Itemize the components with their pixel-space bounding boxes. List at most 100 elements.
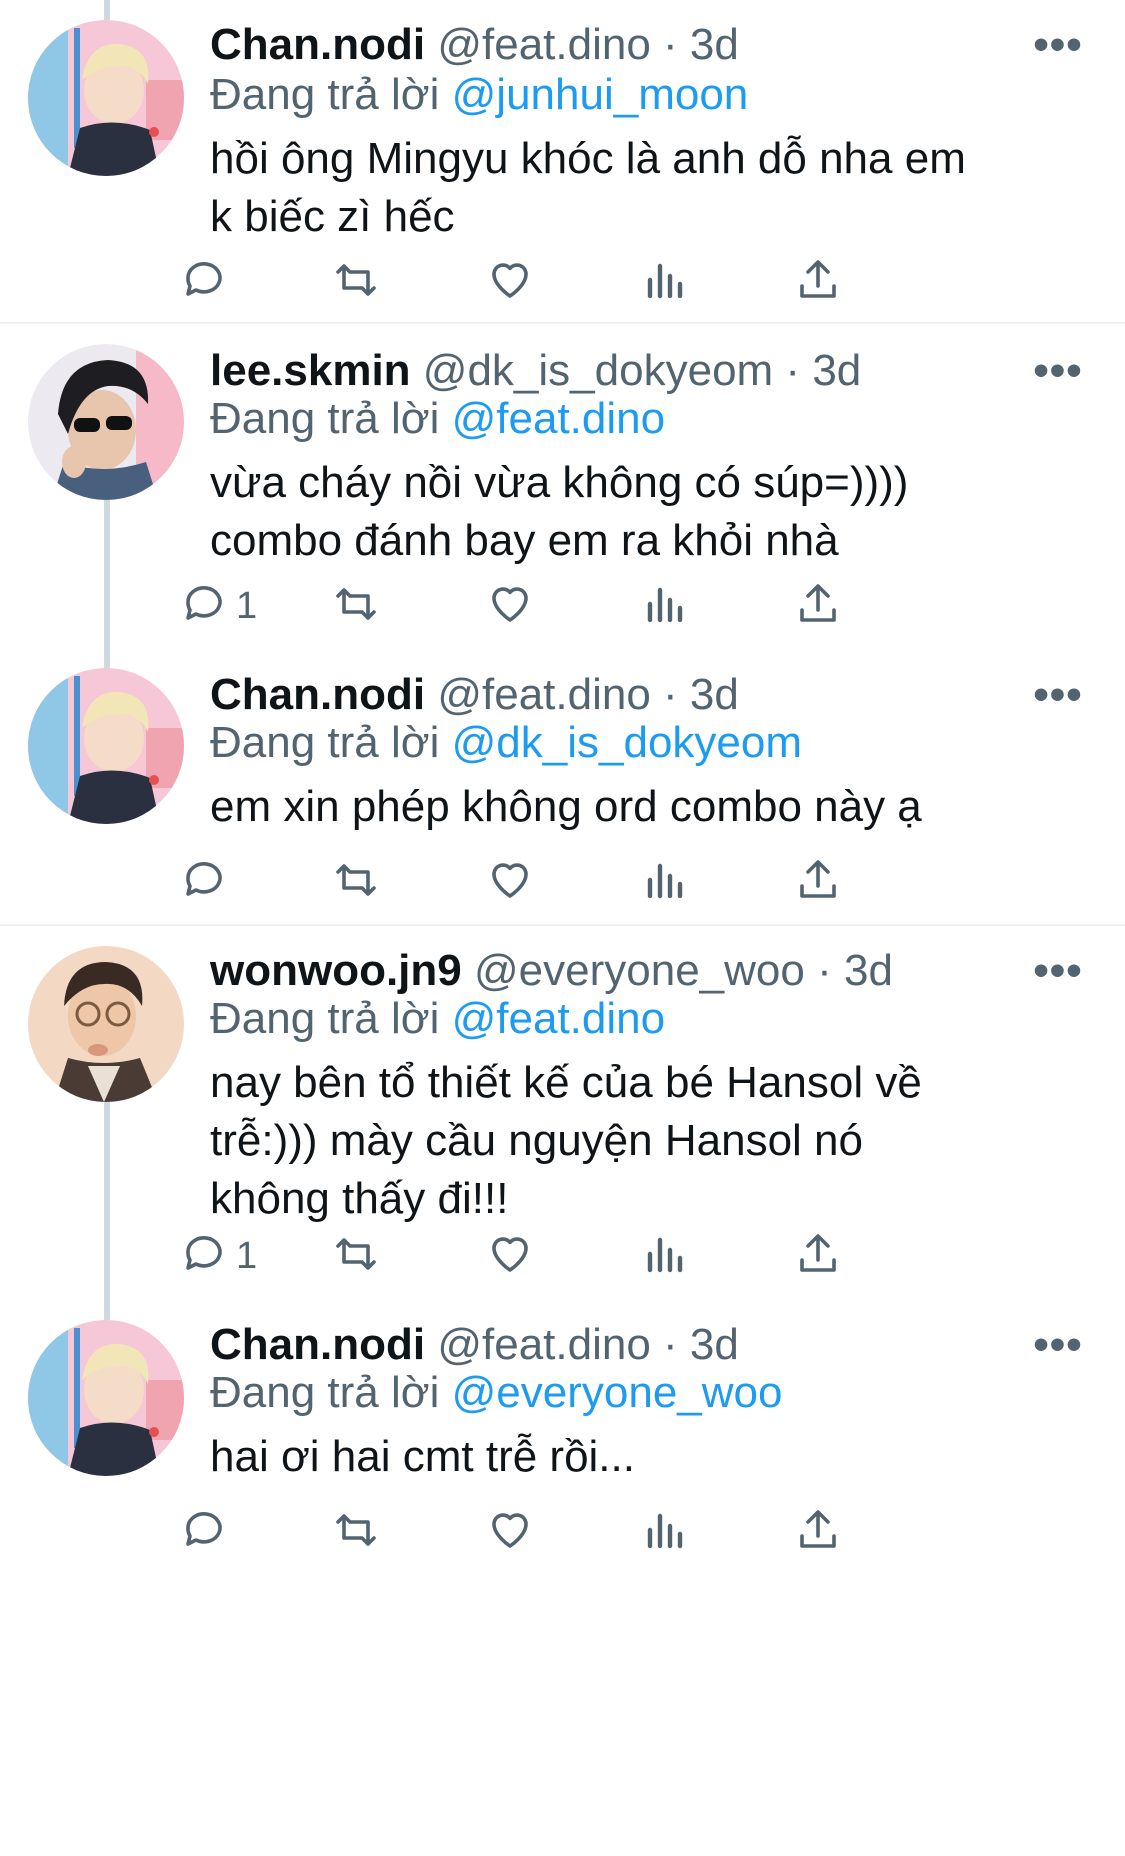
display-name[interactable]: lee.skmin <box>210 346 411 395</box>
share-button[interactable] <box>794 252 842 312</box>
reply-prefix: Đang trả lời <box>210 994 440 1043</box>
analytics-icon <box>640 856 688 909</box>
display-name[interactable]: wonwoo.jn9 <box>210 946 462 995</box>
share-icon <box>794 1230 842 1283</box>
more-options-icon[interactable]: ••• <box>1031 664 1085 726</box>
separator-dot: · <box>663 670 678 719</box>
user-handle[interactable]: @dk_is_dokyeom <box>423 346 773 395</box>
retweet-icon <box>332 580 380 633</box>
analytics-button[interactable] <box>640 1502 688 1562</box>
heart-icon <box>486 1230 534 1283</box>
separator-dot: · <box>663 20 678 69</box>
more-options-icon[interactable]: ••• <box>1031 14 1085 76</box>
heart-icon <box>486 856 534 909</box>
tweet-text: nay bên tổ thiết kế của bé Hansol về trễ… <box>210 1058 922 1223</box>
mention-link[interactable]: @dk_is_dokyeom <box>452 718 802 767</box>
retweet-icon <box>332 256 380 309</box>
heart-icon <box>486 1506 534 1559</box>
timestamp[interactable]: 3d <box>690 20 739 69</box>
reply-icon <box>180 856 228 909</box>
action-bar <box>186 252 1010 312</box>
timestamp[interactable]: 3d <box>690 1320 739 1369</box>
user-handle[interactable]: @feat.dino <box>437 670 650 719</box>
timestamp[interactable]: 3d <box>812 346 861 395</box>
tweet[interactable]: lee.skmin @dk_is_dokyeom · 3d ••• Đang t… <box>0 324 1125 650</box>
reply-icon <box>180 256 228 309</box>
more-options-icon[interactable]: ••• <box>1031 940 1085 1002</box>
retweet-button[interactable] <box>332 252 380 312</box>
avatar[interactable] <box>28 668 184 824</box>
reply-button[interactable] <box>180 1502 236 1562</box>
reply-button[interactable]: 1 <box>180 576 257 636</box>
tweet[interactable]: Chan.nodi @feat.dino · 3d ••• Đang trả l… <box>0 0 1125 322</box>
share-button[interactable] <box>794 1502 842 1562</box>
analytics-icon <box>640 1506 688 1559</box>
replying-to: Đang trả lời @feat.dino <box>210 390 665 448</box>
analytics-button[interactable] <box>640 252 688 312</box>
timestamp[interactable]: 3d <box>690 670 739 719</box>
reply-button[interactable]: 1 <box>180 1226 257 1286</box>
heart-icon <box>486 580 534 633</box>
like-button[interactable] <box>486 1226 534 1286</box>
share-icon <box>794 256 842 309</box>
retweet-button[interactable] <box>332 576 380 636</box>
replying-to: Đang trả lời @junhui_moon <box>210 66 748 124</box>
timestamp[interactable]: 3d <box>844 946 893 995</box>
share-button[interactable] <box>794 852 842 912</box>
tweet[interactable]: Chan.nodi @feat.dino · 3d ••• Đang trả l… <box>0 650 1125 924</box>
replying-to: Đang trả lời @everyone_woo <box>210 1364 782 1422</box>
reply-count: 1 <box>236 1234 258 1277</box>
share-button[interactable] <box>794 576 842 636</box>
separator-dot: · <box>817 946 832 995</box>
action-bar <box>186 1502 1010 1562</box>
avatar[interactable] <box>28 20 184 176</box>
share-icon <box>794 1506 842 1559</box>
mention-link[interactable]: @junhui_moon <box>452 70 749 119</box>
avatar[interactable] <box>28 946 184 1102</box>
analytics-icon <box>640 580 688 633</box>
display-name[interactable]: Chan.nodi <box>210 1320 425 1369</box>
avatar[interactable] <box>28 1320 184 1476</box>
like-button[interactable] <box>486 252 534 312</box>
analytics-button[interactable] <box>640 576 688 636</box>
like-button[interactable] <box>486 1502 534 1562</box>
mention-link[interactable]: @feat.dino <box>452 994 665 1043</box>
retweet-button[interactable] <box>332 852 380 912</box>
reply-button[interactable] <box>180 852 236 912</box>
more-options-icon[interactable]: ••• <box>1031 340 1085 402</box>
display-name[interactable]: Chan.nodi <box>210 20 425 69</box>
action-bar <box>186 852 1010 912</box>
tweet[interactable]: wonwoo.jn9 @everyone_woo · 3d ••• Đang t… <box>0 926 1125 1300</box>
mention-link[interactable]: @feat.dino <box>452 394 665 443</box>
share-icon <box>794 856 842 909</box>
reply-icon <box>180 1506 228 1559</box>
mention-link[interactable]: @everyone_woo <box>452 1368 783 1417</box>
share-button[interactable] <box>794 1226 842 1286</box>
user-handle[interactable]: @everyone_woo <box>474 946 805 995</box>
display-name[interactable]: Chan.nodi <box>210 670 425 719</box>
avatar[interactable] <box>28 344 184 500</box>
like-button[interactable] <box>486 852 534 912</box>
reply-icon <box>180 1230 228 1283</box>
analytics-icon <box>640 1230 688 1283</box>
user-handle[interactable]: @feat.dino <box>437 1320 650 1369</box>
tweet-text: hai ơi hai cmt trễ rồi... <box>210 1432 635 1481</box>
separator-dot: · <box>785 346 801 395</box>
retweet-icon <box>332 1506 380 1559</box>
analytics-button[interactable] <box>640 852 688 912</box>
more-options-icon[interactable]: ••• <box>1031 1314 1085 1376</box>
retweet-button[interactable] <box>332 1226 380 1286</box>
reply-prefix: Đang trả lời <box>210 70 440 119</box>
user-handle[interactable]: @feat.dino <box>437 20 650 69</box>
like-button[interactable] <box>486 576 534 636</box>
tweet[interactable]: Chan.nodi @feat.dino · 3d ••• Đang trả l… <box>0 1300 1125 1856</box>
replying-to: Đang trả lời @feat.dino <box>210 990 665 1048</box>
analytics-button[interactable] <box>640 1226 688 1286</box>
reply-prefix: Đang trả lời <box>210 1368 440 1417</box>
tweet-text: em xin phép không ord combo này ạ <box>210 782 922 831</box>
replying-to: Đang trả lời @dk_is_dokyeom <box>210 714 802 772</box>
reply-button[interactable] <box>180 252 236 312</box>
retweet-icon <box>332 1230 380 1283</box>
retweet-button[interactable] <box>332 1502 380 1562</box>
tweet-text: vừa cháy nồi vừa không có súp=)))) combo… <box>210 458 909 565</box>
